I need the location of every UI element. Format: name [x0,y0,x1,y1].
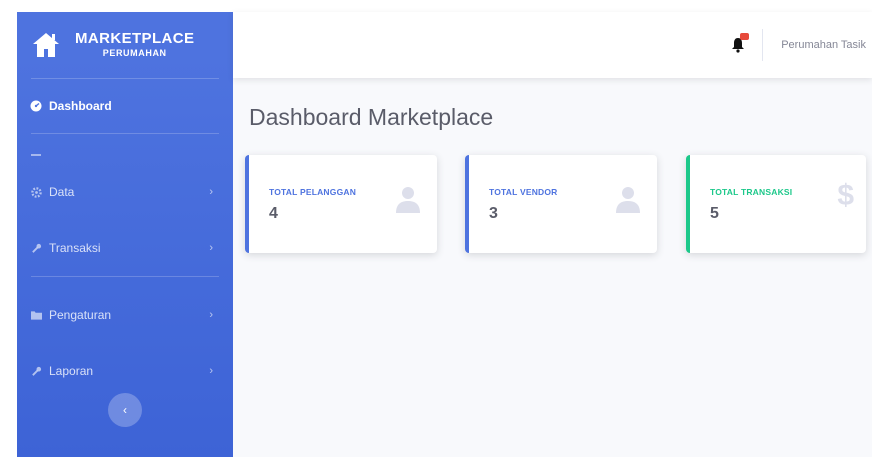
wrench-icon [29,243,43,254]
card-label: TOTAL VENDOR [489,187,558,197]
sidebar-heading-mark [31,154,41,156]
topbar-divider [762,29,764,61]
sidebar-item-label: Data [49,185,75,199]
sidebar: MARKETPLACE PERUMAHAN Dashboard Data › T… [17,12,233,457]
sidebar-item-laporan[interactable]: Laporan › [17,343,233,399]
chevron-right-icon: › [209,186,213,198]
chevron-right-icon: › [209,365,213,377]
sidebar-toggle-button[interactable]: ‹ [108,393,142,427]
sidebar-item-label: Pengaturan [49,308,112,322]
card-label: TOTAL PELANGGAN [269,187,357,197]
card-value: 3 [489,205,498,222]
topbar: Perumahan Tasik [233,12,872,78]
brand-subtitle: PERUMAHAN [102,48,167,59]
folder-icon [29,310,43,320]
card-label: TOTAL TRANSAKSI [710,187,793,197]
house-icon [31,30,61,60]
card-value: 4 [269,205,278,222]
stat-card-transaksi: TOTAL TRANSAKSI 5 $ [686,155,866,253]
user-icon [615,185,641,218]
sidebar-divider [31,276,219,277]
brand[interactable]: MARKETPLACE PERUMAHAN [17,12,233,78]
notification-badge [740,33,750,40]
card-value: 5 [710,205,719,222]
sidebar-item-data[interactable]: Data › [17,164,233,220]
dollar-icon: $ [837,179,854,212]
app-frame: MARKETPLACE PERUMAHAN Dashboard Data › T… [17,12,872,457]
sidebar-item-label: Dashboard [49,99,112,113]
sidebar-item-label: Laporan [49,364,94,378]
tachometer-icon [29,100,43,112]
sidebar-item-label: Transaksi [49,241,101,255]
sidebar-item-pengaturan[interactable]: Pengaturan › [17,287,233,343]
sidebar-item-transaksi[interactable]: Transaksi › [17,220,233,276]
chevron-left-icon: ‹ [123,403,127,417]
sidebar-divider [31,133,219,134]
gear-icon [29,186,43,198]
chevron-right-icon: › [209,242,213,254]
main-content: Perumahan Tasik Dashboard Marketplace TO… [233,12,872,457]
stat-card-pelanggan: TOTAL PELANGGAN 4 [245,155,437,253]
page-title: Dashboard Marketplace [249,104,494,130]
wrench-icon [29,366,43,377]
notification-bell-button[interactable] [728,33,750,55]
chevron-right-icon: › [209,309,213,321]
user-name[interactable]: Perumahan Tasik [781,39,866,51]
user-icon [395,185,421,218]
stat-card-vendor: TOTAL VENDOR 3 [465,155,657,253]
brand-title: MARKETPLACE [75,29,195,47]
sidebar-item-dashboard[interactable]: Dashboard [17,79,233,133]
